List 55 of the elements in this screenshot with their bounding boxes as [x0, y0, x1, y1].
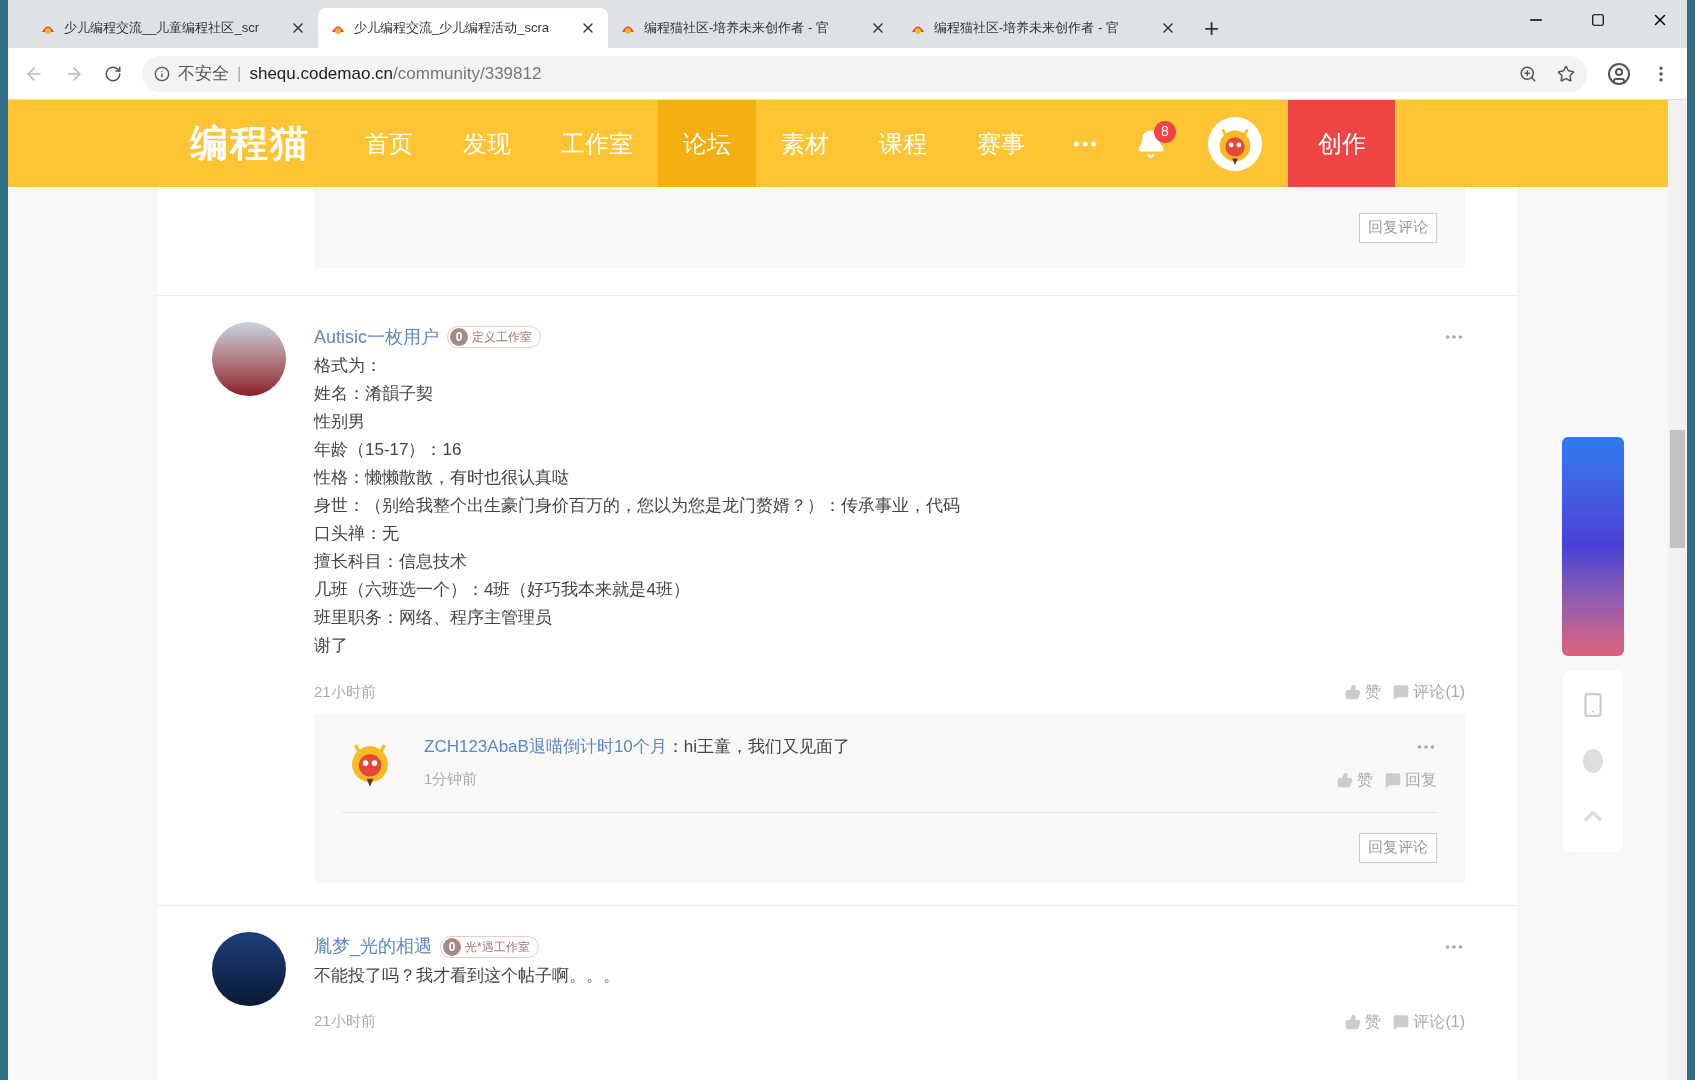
reply-text: ：hi王童，我们又见面了	[666, 737, 851, 756]
comment-text: 不能投了吗？我才看到这个帖子啊。。。	[314, 964, 621, 987]
comment-text: 谢了	[314, 635, 349, 657]
nav-item[interactable]: 素材	[756, 100, 854, 187]
comment-text: 班里职务：网络、程序主管理员	[314, 607, 553, 629]
like-button[interactable]: 赞	[1345, 1009, 1382, 1034]
comment-text: 格式为：	[314, 355, 383, 377]
maximize-icon[interactable]	[1591, 13, 1605, 27]
nav-item[interactable]: 发现	[438, 100, 536, 187]
browser-tab[interactable]: 少儿编程交流__儿童编程社区_scr	[28, 8, 318, 48]
site-logo[interactable]: 编程猫	[190, 100, 310, 187]
comment-text: 性格：懒懒散散，有时也很认真哒	[314, 467, 570, 489]
address-bar[interactable]: 不安全 | shequ.codemao.cn/community/339812	[142, 55, 1587, 92]
thumbs-up-icon	[1345, 684, 1362, 700]
nav-item[interactable]: 课程	[854, 100, 952, 187]
nav-item[interactable]: 首页	[340, 100, 438, 187]
comment-text: 几班（六班选一个）：4班（好巧我本来就是4班）	[314, 579, 691, 601]
post-time: 21小时前	[314, 681, 376, 702]
bell-icon[interactable]	[1136, 128, 1166, 159]
new-tab-button[interactable]: +	[1188, 8, 1236, 48]
create-button[interactable]: 创作	[1288, 100, 1395, 187]
profile-icon[interactable]	[1607, 61, 1631, 86]
thumbs-up-icon	[1337, 771, 1353, 788]
like-button[interactable]: 赞	[1337, 767, 1373, 792]
author-link[interactable]: ZCH123AbaB退喵倒计时10个月	[424, 737, 667, 756]
nav-item[interactable]: 工作室	[536, 100, 658, 187]
speech-bubble-icon	[1393, 684, 1410, 700]
comment-text: 年龄（15-17）：16	[314, 439, 463, 461]
reload-icon[interactable]	[104, 64, 122, 83]
promo-banner-picture[interactable]	[1561, 437, 1624, 656]
reply-button[interactable]: 回复	[1385, 767, 1437, 792]
comment-text: 姓名：淆韻子契	[314, 383, 434, 405]
reply-comment-button[interactable]: 回复评论	[1359, 832, 1437, 863]
post-time: 1分钟前	[424, 769, 478, 790]
comment-button[interactable]: 评论(1)	[1393, 1009, 1465, 1034]
browser-tab[interactable]: 编程猫社区-培养未来创作者 - 官	[898, 8, 1188, 48]
thumbs-up-icon	[1345, 1013, 1362, 1030]
speech-bubble-icon	[1393, 1013, 1410, 1030]
nav-item[interactable]: 论坛	[658, 100, 756, 187]
like-button[interactable]: 赞	[1345, 680, 1382, 704]
nav-item[interactable]: 赛事	[952, 100, 1050, 187]
author-link[interactable]: Autisic一枚用户	[314, 323, 439, 351]
comment-text: 身世：（别给我整个出生豪门身价百万的，您以为您是龙门赘婿？）：传承事业，代码	[314, 495, 961, 517]
reply-comment-button[interactable]: 回复评论	[1359, 212, 1437, 243]
browser-tab[interactable]: 编程猫社区-培养未来创作者 - 官	[608, 8, 898, 48]
post-time: 21小时前	[314, 1011, 376, 1032]
browser-tab[interactable]: 少儿编程交流_少儿编程活动_scra	[318, 8, 608, 48]
author-link[interactable]: 胤梦_光的相遇	[314, 933, 432, 960]
comment-text: 擅长科目：信息技术	[314, 551, 468, 573]
comment-text: 性别男	[314, 411, 366, 433]
scrollbar[interactable]	[1668, 100, 1687, 1080]
speech-bubble-icon	[1385, 771, 1401, 788]
comment-button[interactable]: 评论(1)	[1393, 680, 1465, 704]
notification-badge: 8	[1154, 120, 1176, 143]
comment-text: 口头禅：无	[314, 523, 400, 545]
